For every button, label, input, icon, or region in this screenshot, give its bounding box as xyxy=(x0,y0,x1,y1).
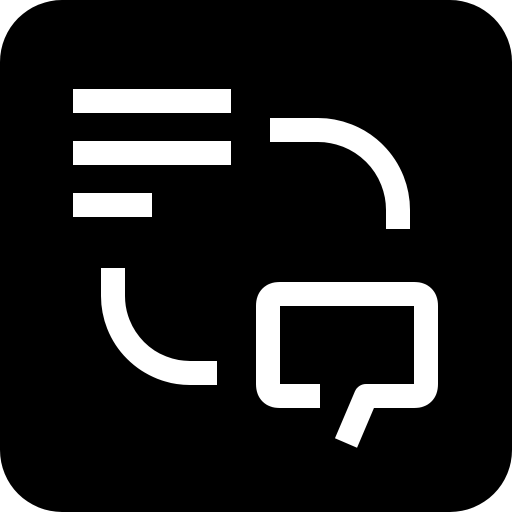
conversation-icon xyxy=(0,0,512,512)
text-line-3 xyxy=(73,193,152,217)
app-icon xyxy=(0,0,512,512)
icon-background xyxy=(0,0,512,512)
text-line-1 xyxy=(73,89,231,113)
text-line-2 xyxy=(73,141,231,165)
